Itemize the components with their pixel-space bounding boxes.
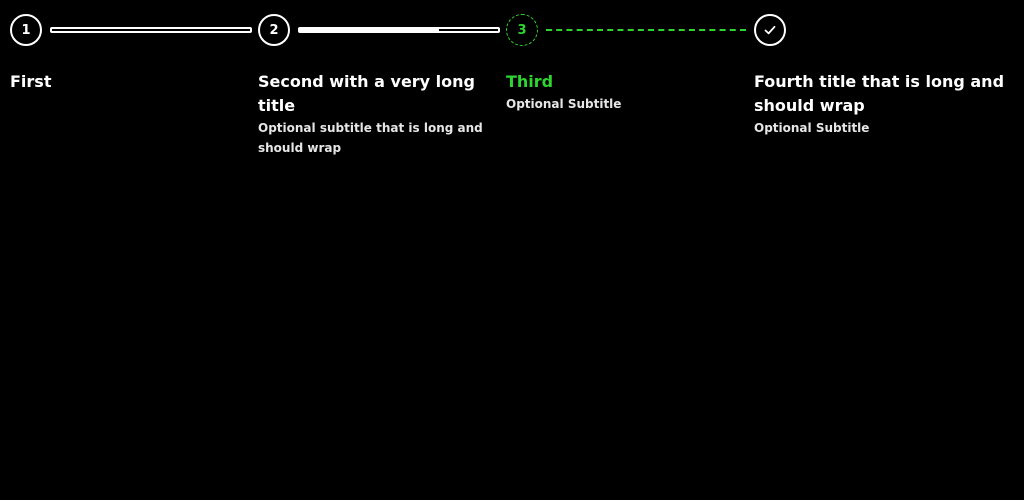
step-4[interactable]: Fourth title that is long and should wra… [754,14,1004,138]
step-4-title: Fourth title that is long and should wra… [754,72,1005,115]
check-icon [764,25,776,35]
step-1[interactable]: 1 First [10,14,258,94]
step-2-number-badge[interactable]: 2 [258,14,290,46]
step-2-connector-progress [300,29,439,31]
step-2-title: Second with a very long title [258,72,475,115]
step-1-connector [50,27,252,33]
step-3[interactable]: 3 Third Optional Subtitle [506,14,754,114]
step-2-connector [298,27,500,33]
step-3-subtitle: Optional Subtitle [506,97,622,111]
step-2-subtitle: Optional subtitle that is long and shoul… [258,121,483,155]
step-1-title: First [10,72,52,91]
step-3-number-badge[interactable]: 3 [506,14,538,46]
step-2[interactable]: 2 Second with a very long title Optional… [258,14,506,158]
step-3-connector [546,29,746,31]
stepper: 1 First 2 Second with a very long title … [10,14,1014,155]
step-3-title: Third [506,72,554,91]
step-4-check-badge[interactable] [754,14,786,46]
step-4-subtitle: Optional Subtitle [754,121,870,135]
step-1-number-badge[interactable]: 1 [10,14,42,46]
